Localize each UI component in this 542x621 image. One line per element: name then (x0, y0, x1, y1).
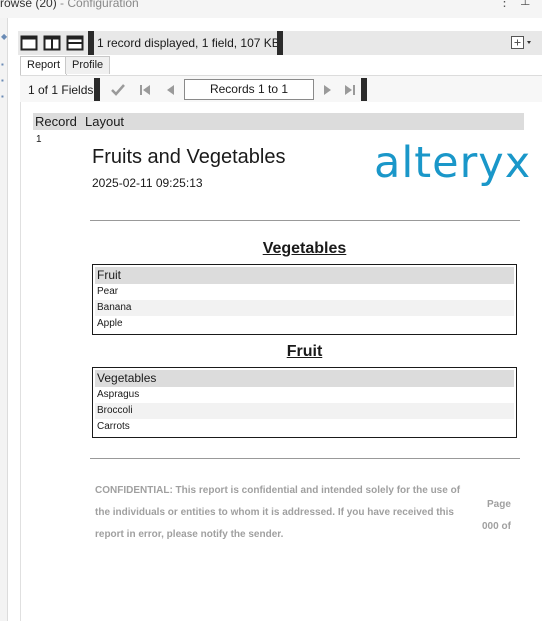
toolbar-separator (277, 31, 283, 55)
table-header: Fruit (95, 267, 514, 284)
tab-profile[interactable]: Profile (65, 56, 111, 74)
toolbar-separator (361, 78, 367, 101)
table-row: Aspragus (97, 389, 140, 400)
panel-edge-icon[interactable]: ▪ (1, 92, 4, 101)
window-title: rowse (20) - Configuration (0, 0, 139, 10)
records-navigation-bar: 1 of 1 Fields Records 1 to 1 (20, 75, 542, 102)
split-horizontal-view-icon[interactable] (66, 34, 84, 52)
report-preview: Fruits and Vegetables 2025-02-11 09:25:1… (21, 102, 542, 621)
records-status: 1 record displayed, 1 field, 107 KB (97, 36, 280, 50)
previous-record-icon[interactable] (163, 82, 179, 98)
last-record-icon[interactable] (342, 82, 358, 98)
table-header: Vegetables (95, 370, 514, 387)
single-view-icon[interactable] (20, 34, 38, 52)
footer-divider (90, 458, 520, 459)
confidential-notice: CONFIDENTIAL: This report is confidentia… (95, 485, 461, 540)
report-title: Fruits and Vegetables (92, 146, 286, 168)
records-range[interactable]: Records 1 to 1 (184, 79, 314, 100)
window-title-main: rowse (20) (0, 0, 57, 10)
table-row: Pear (97, 286, 119, 297)
tab-report[interactable]: Report (20, 56, 68, 75)
browse-toolbar: 1 record displayed, 1 field, 107 KB (18, 31, 542, 55)
panel-edge-icon[interactable]: ◆ (1, 32, 7, 41)
pin-icon[interactable]: ⊥ (520, 0, 530, 8)
fields-count[interactable]: 1 of 1 Fields (28, 83, 93, 97)
report-table: Fruit Pear Banana Apple (92, 264, 517, 335)
split-vertical-view-icon[interactable] (43, 34, 61, 52)
panel-edge-icon[interactable]: ▪ (1, 76, 4, 85)
next-record-icon[interactable] (319, 82, 335, 98)
left-panel-edge: ◆ ▪ ▪ ▪ (0, 18, 8, 621)
title-bar: rowse (20) - Configuration ⋮ ⊥ (0, 0, 542, 18)
toolbar-separator (88, 31, 94, 55)
results-grid: Record Layout 1 Fruits and Vegetables 20… (20, 102, 542, 621)
page-label: Page (487, 499, 511, 510)
section-title-fruit: Fruit (286, 343, 323, 360)
report-table: Vegetables Aspragus Broccoli Carrots (92, 367, 517, 438)
page-number: 000 of (482, 521, 511, 532)
section-title-vegetables: Vegetables (262, 240, 347, 257)
checkmark-icon[interactable] (110, 82, 126, 98)
more-options-icon[interactable]: ⋮ (498, 0, 511, 10)
toolbar-separator (94, 78, 100, 101)
browse-window: rowse (20) - Configuration ⋮ ⊥ ◆ ▪ ▪ ▪ 1… (0, 0, 542, 621)
report-datetime: 2025-02-11 09:25:13 (92, 176, 203, 190)
table-row: Carrots (97, 421, 130, 432)
header-divider (90, 220, 520, 221)
window-title-sub: - Configuration (56, 0, 139, 10)
export-dropdown-icon[interactable] (510, 35, 534, 51)
alteryx-logo: alteryx (374, 138, 532, 188)
table-row: Banana (95, 300, 514, 316)
panel-edge-icon[interactable]: ▪ (1, 60, 4, 69)
table-row: Broccoli (95, 403, 514, 419)
first-record-icon[interactable] (137, 82, 153, 98)
view-tabs: Report Profile (20, 56, 542, 75)
table-row: Apple (97, 318, 123, 329)
